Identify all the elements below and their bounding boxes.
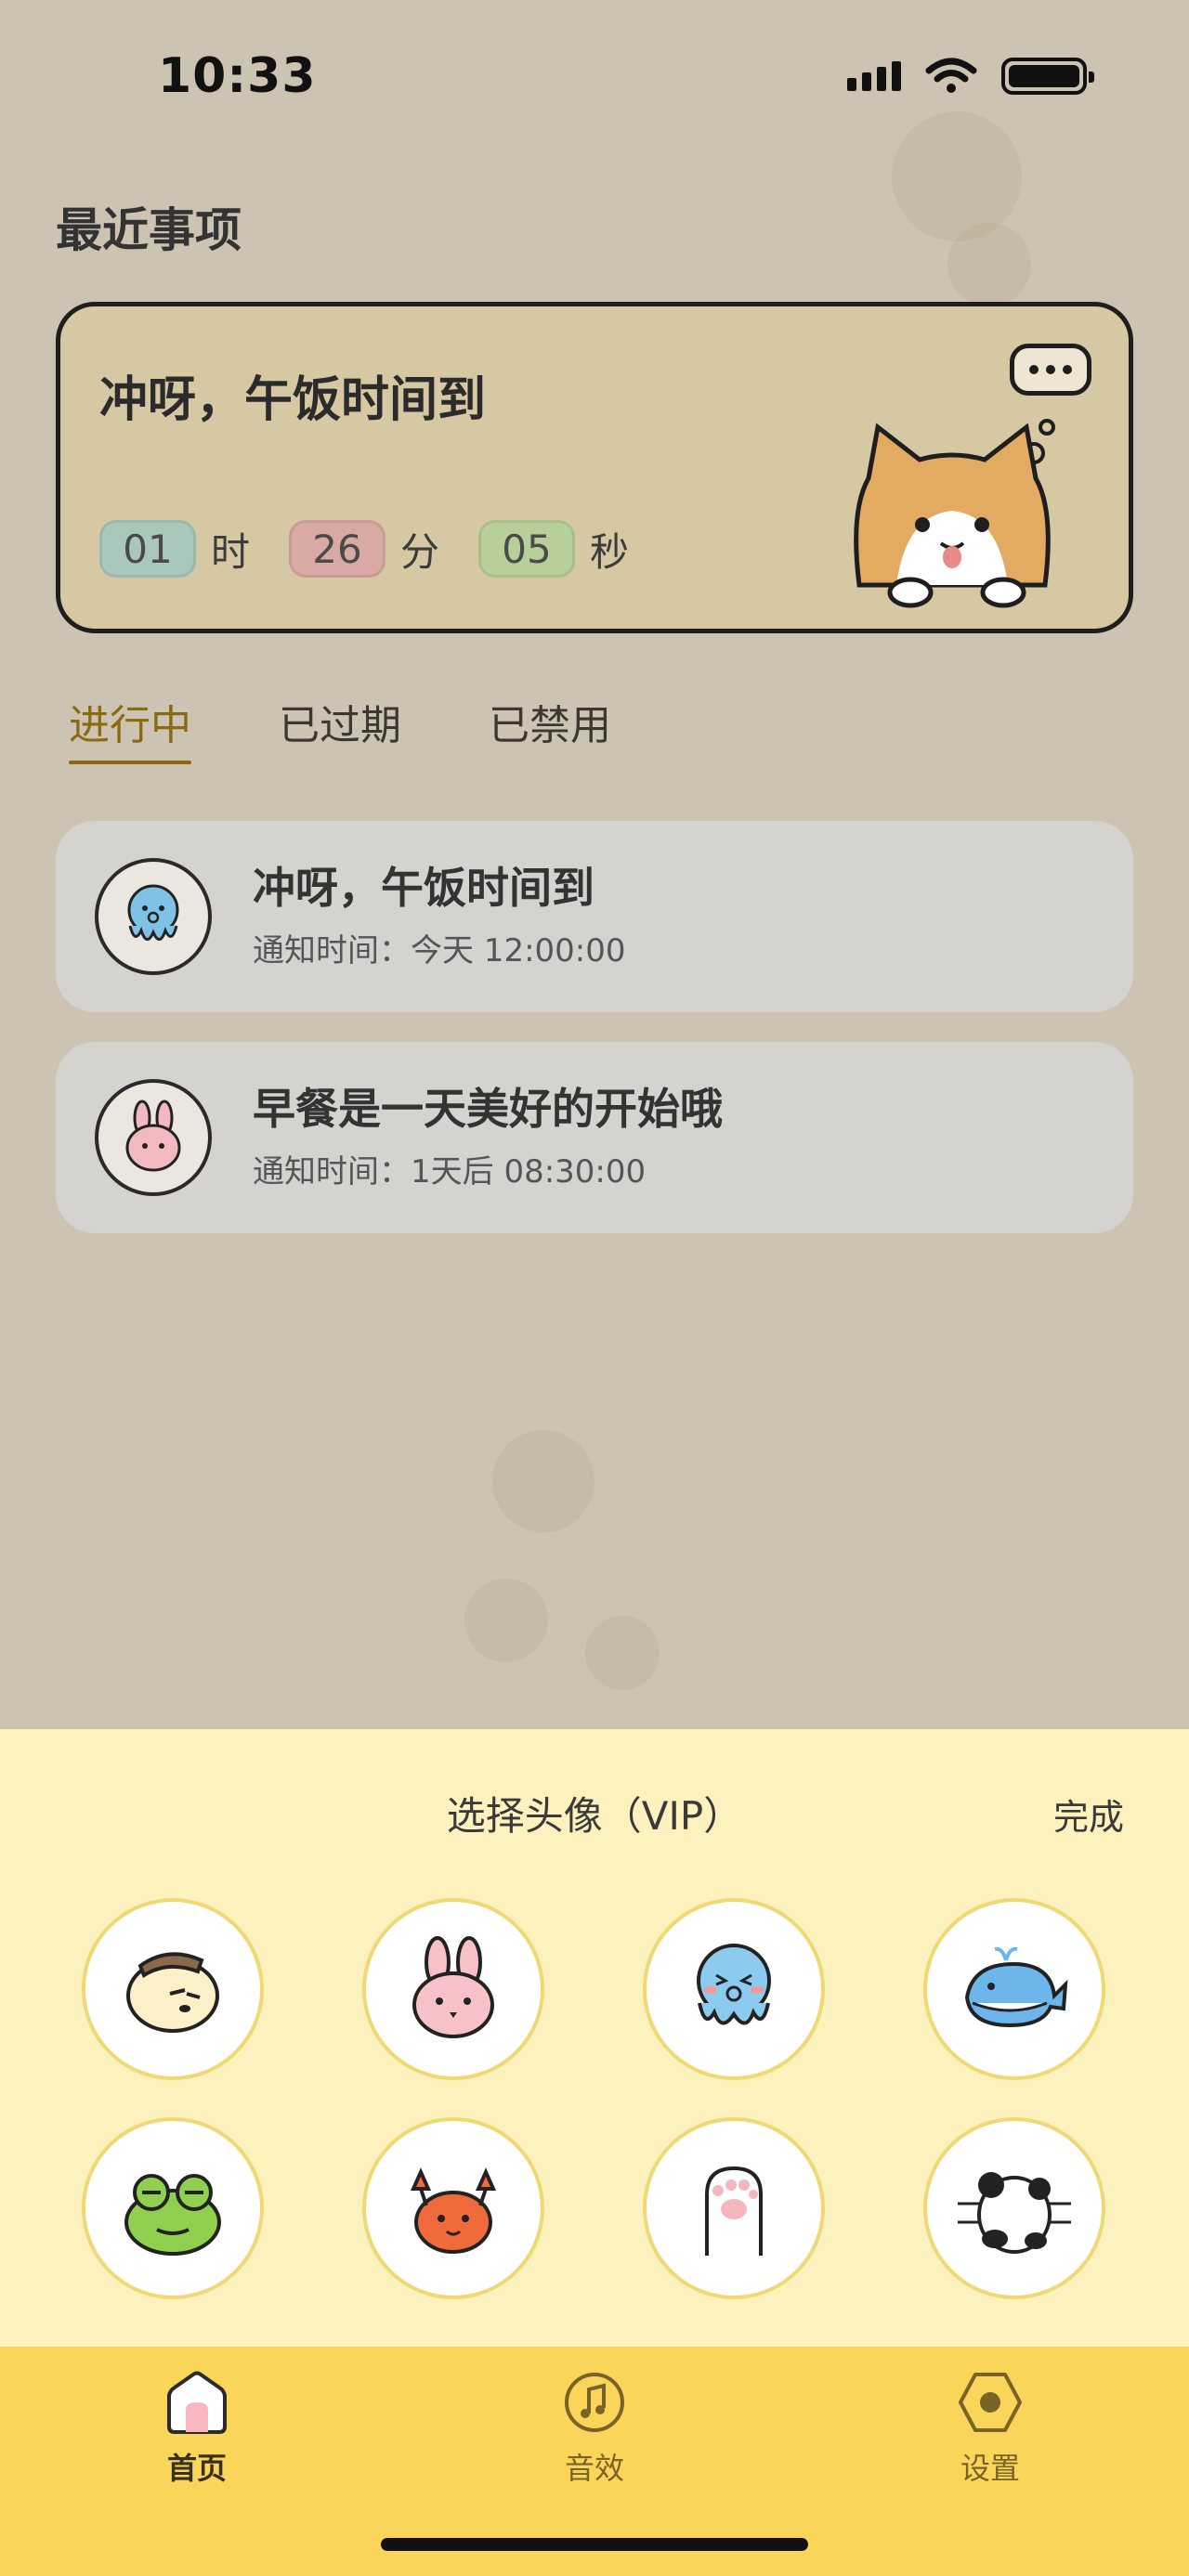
tab-in-progress[interactable]: 进行中 <box>69 692 191 764</box>
battery-icon <box>1001 58 1094 95</box>
sheet-title: 选择头像（VIP） <box>446 1793 743 1839</box>
done-button[interactable]: 完成 <box>1053 1789 1124 1840</box>
tab-disabled[interactable]: 已禁用 <box>489 692 611 764</box>
avatar-picker-sheet: 选择头像（VIP） 完成 <box>0 1729 1189 2347</box>
featured-title: 冲呀，午饭时间到 <box>99 372 487 428</box>
countdown-hours: 01 <box>99 520 196 578</box>
reminder-list: 冲呀，午饭时间到 通知时间：今天 12:00:00 早餐是一天美好的开始哦 通知… <box>56 821 1133 1263</box>
tab-sound-effects[interactable]: 音效 <box>502 2365 687 2488</box>
octopus-icon[interactable] <box>643 1898 825 2080</box>
background-decoration <box>464 1579 548 1662</box>
countdown-seconds: 05 <box>478 520 576 578</box>
countdown-seconds-unit: 秒 <box>590 528 630 575</box>
countdown-hours-unit: 时 <box>211 528 251 575</box>
status-time: 10:33 <box>158 48 317 104</box>
crab-icon[interactable] <box>362 2117 544 2299</box>
panda-icon[interactable] <box>923 2117 1105 2299</box>
octopus-icon[interactable] <box>95 858 212 975</box>
tab-sound-effects-label: 音效 <box>564 2451 624 2486</box>
home-icon <box>160 2365 234 2439</box>
tab-home-label: 首页 <box>166 2451 227 2486</box>
whale-icon[interactable] <box>923 1898 1105 2080</box>
cellular-signal-icon <box>847 61 901 91</box>
tab-expired[interactable]: 已过期 <box>279 692 401 764</box>
status-icons <box>847 58 1094 95</box>
reminder-time: 通知时间：1天后 08:30:00 <box>253 1153 647 1190</box>
tab-settings-label: 设置 <box>960 2451 1020 2486</box>
cat-mascot-icon <box>854 419 1055 608</box>
home-indicator <box>381 2538 808 2551</box>
countdown-minutes: 26 <box>289 520 386 578</box>
list-item[interactable]: 冲呀，午饭时间到 通知时间：今天 12:00:00 <box>56 821 1133 1012</box>
more-options-button[interactable] <box>1010 344 1091 396</box>
reminder-title: 冲呀，午饭时间到 <box>253 863 594 913</box>
section-title: 最近事项 <box>56 203 242 257</box>
bunny-icon[interactable] <box>95 1079 212 1196</box>
frog-icon[interactable] <box>82 2117 264 2299</box>
featured-reminder-card[interactable]: 冲呀，午饭时间到 01 时 26 分 05 秒 <box>56 302 1133 633</box>
list-item[interactable]: 早餐是一天美好的开始哦 通知时间：1天后 08:30:00 <box>56 1042 1133 1233</box>
status-bar: 10:33 <box>0 0 1189 158</box>
settings-icon <box>953 2365 1027 2439</box>
music-icon <box>557 2365 632 2439</box>
tab-home[interactable]: 首页 <box>104 2365 290 2488</box>
avatar-grid <box>82 1898 1107 2299</box>
background-decoration <box>947 223 1031 306</box>
tab-settings[interactable]: 设置 <box>897 2365 1083 2488</box>
cat-paw-icon[interactable] <box>643 2117 825 2299</box>
status-tabs: 进行中 已过期 已禁用 <box>69 692 699 764</box>
bunny-icon[interactable] <box>362 1898 544 2080</box>
countdown-timer: 01 时 26 分 05 秒 <box>99 520 653 578</box>
background-decoration <box>585 1616 660 1690</box>
wifi-icon <box>925 58 977 93</box>
bear-icon[interactable] <box>82 1898 264 2080</box>
reminder-title: 早餐是一天美好的开始哦 <box>253 1084 723 1134</box>
countdown-minutes-unit: 分 <box>400 528 440 575</box>
background-decoration <box>492 1430 594 1532</box>
reminder-time: 通知时间：今天 12:00:00 <box>253 932 626 969</box>
